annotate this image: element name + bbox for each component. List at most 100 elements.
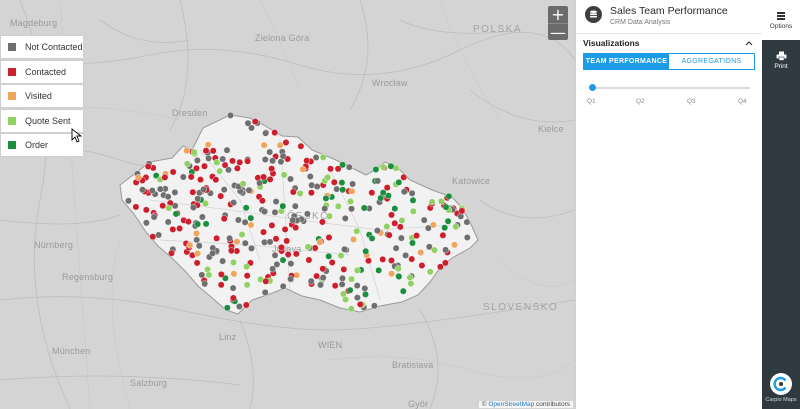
customer-point[interactable] (183, 160, 191, 168)
customer-point[interactable] (256, 179, 263, 187)
customer-point[interactable] (350, 236, 357, 243)
slider-thumb[interactable] (589, 84, 596, 91)
customer-point[interactable] (379, 189, 387, 197)
customer-point[interactable] (463, 218, 471, 226)
customer-point[interactable] (289, 216, 297, 224)
customer-point[interactable] (287, 275, 294, 283)
customer-point[interactable] (395, 273, 403, 280)
customer-point[interactable] (201, 162, 208, 170)
customer-point[interactable] (372, 166, 380, 173)
customer-point[interactable] (345, 163, 353, 171)
customer-point[interactable] (279, 152, 287, 160)
customer-point[interactable] (279, 256, 287, 264)
customer-point[interactable] (261, 208, 268, 215)
customer-point[interactable] (229, 284, 237, 292)
customer-point[interactable] (319, 274, 327, 281)
customer-point[interactable] (260, 141, 268, 149)
customer-point[interactable] (316, 238, 324, 246)
customer-point[interactable] (318, 218, 326, 226)
customer-point[interactable] (139, 186, 146, 194)
customer-point[interactable] (408, 189, 416, 197)
customer-point[interactable] (463, 234, 471, 241)
customer-point[interactable] (189, 188, 197, 196)
customer-point[interactable] (225, 166, 232, 174)
customer-point[interactable] (379, 255, 387, 263)
customer-point[interactable] (132, 203, 140, 211)
customer-point[interactable] (156, 185, 164, 193)
customer-point[interactable] (441, 224, 449, 232)
customer-point[interactable] (331, 282, 339, 290)
customer-point[interactable] (409, 207, 417, 215)
customer-point[interactable] (361, 284, 369, 292)
customer-point[interactable] (353, 227, 361, 235)
customer-points-layer[interactable] (0, 0, 575, 409)
customer-point[interactable] (190, 148, 198, 156)
tab-team-performance[interactable]: TEAM PERFORMANCE (584, 54, 669, 69)
customer-point[interactable] (388, 211, 395, 219)
customer-point[interactable] (431, 246, 438, 254)
customer-point[interactable] (280, 171, 288, 179)
customer-point[interactable] (159, 202, 167, 210)
customer-point[interactable] (340, 265, 348, 273)
customer-point[interactable] (397, 234, 405, 242)
customer-point[interactable] (373, 227, 381, 235)
customer-point[interactable] (187, 173, 195, 181)
customer-point[interactable] (202, 147, 210, 155)
customer-point[interactable] (235, 303, 243, 310)
customer-point[interactable] (362, 247, 370, 255)
customer-point[interactable] (202, 220, 210, 228)
customer-point[interactable] (324, 173, 331, 181)
customer-point[interactable] (289, 188, 297, 196)
customer-point[interactable] (226, 234, 234, 242)
customer-point[interactable] (204, 141, 212, 149)
customer-point[interactable] (428, 198, 436, 206)
customer-point[interactable] (217, 192, 225, 200)
customer-point[interactable] (325, 234, 333, 241)
customer-point[interactable] (338, 179, 346, 187)
customer-point[interactable] (349, 180, 356, 188)
customer-point[interactable] (236, 158, 244, 166)
customer-point[interactable] (209, 147, 217, 155)
customer-point[interactable] (223, 146, 231, 154)
customer-point[interactable] (195, 242, 203, 250)
customer-point[interactable] (233, 164, 241, 172)
customer-point[interactable] (325, 252, 333, 260)
customer-point[interactable] (388, 257, 395, 264)
customer-point[interactable] (268, 165, 275, 173)
customer-point[interactable] (424, 224, 432, 232)
chevron-up-icon[interactable] (745, 39, 753, 48)
customer-point[interactable] (266, 175, 274, 183)
customer-point[interactable] (339, 186, 347, 194)
customer-point[interactable] (261, 156, 269, 163)
customer-point[interactable] (396, 223, 404, 231)
zoom-out-button[interactable]: — (548, 23, 568, 41)
customer-point[interactable] (353, 266, 361, 274)
customer-point[interactable] (327, 165, 334, 173)
customer-point[interactable] (193, 236, 201, 244)
customer-point[interactable] (238, 231, 246, 238)
openstreetmap-link[interactable]: OpenStreetMap (488, 401, 534, 408)
customer-point[interactable] (341, 245, 348, 253)
customer-point[interactable] (234, 216, 242, 224)
customer-point[interactable] (304, 243, 312, 251)
customer-point[interactable] (172, 210, 180, 218)
customer-point[interactable] (230, 199, 238, 207)
customer-point[interactable] (261, 288, 269, 296)
customer-point[interactable] (391, 219, 399, 227)
customer-point[interactable] (413, 232, 420, 240)
customer-point[interactable] (452, 223, 460, 231)
customer-point[interactable] (266, 238, 274, 246)
customer-point[interactable] (341, 214, 349, 222)
customer-point[interactable] (164, 193, 172, 201)
customer-point[interactable] (271, 251, 279, 259)
customer-point[interactable] (436, 263, 444, 271)
customer-point[interactable] (186, 241, 194, 249)
customer-point[interactable] (193, 259, 201, 267)
customer-point[interactable] (193, 164, 200, 172)
customer-point[interactable] (242, 204, 250, 212)
customer-point[interactable] (194, 220, 202, 228)
customer-point[interactable] (330, 178, 338, 186)
customer-point[interactable] (142, 219, 150, 227)
customer-point[interactable] (245, 186, 253, 194)
customer-point[interactable] (362, 290, 369, 298)
